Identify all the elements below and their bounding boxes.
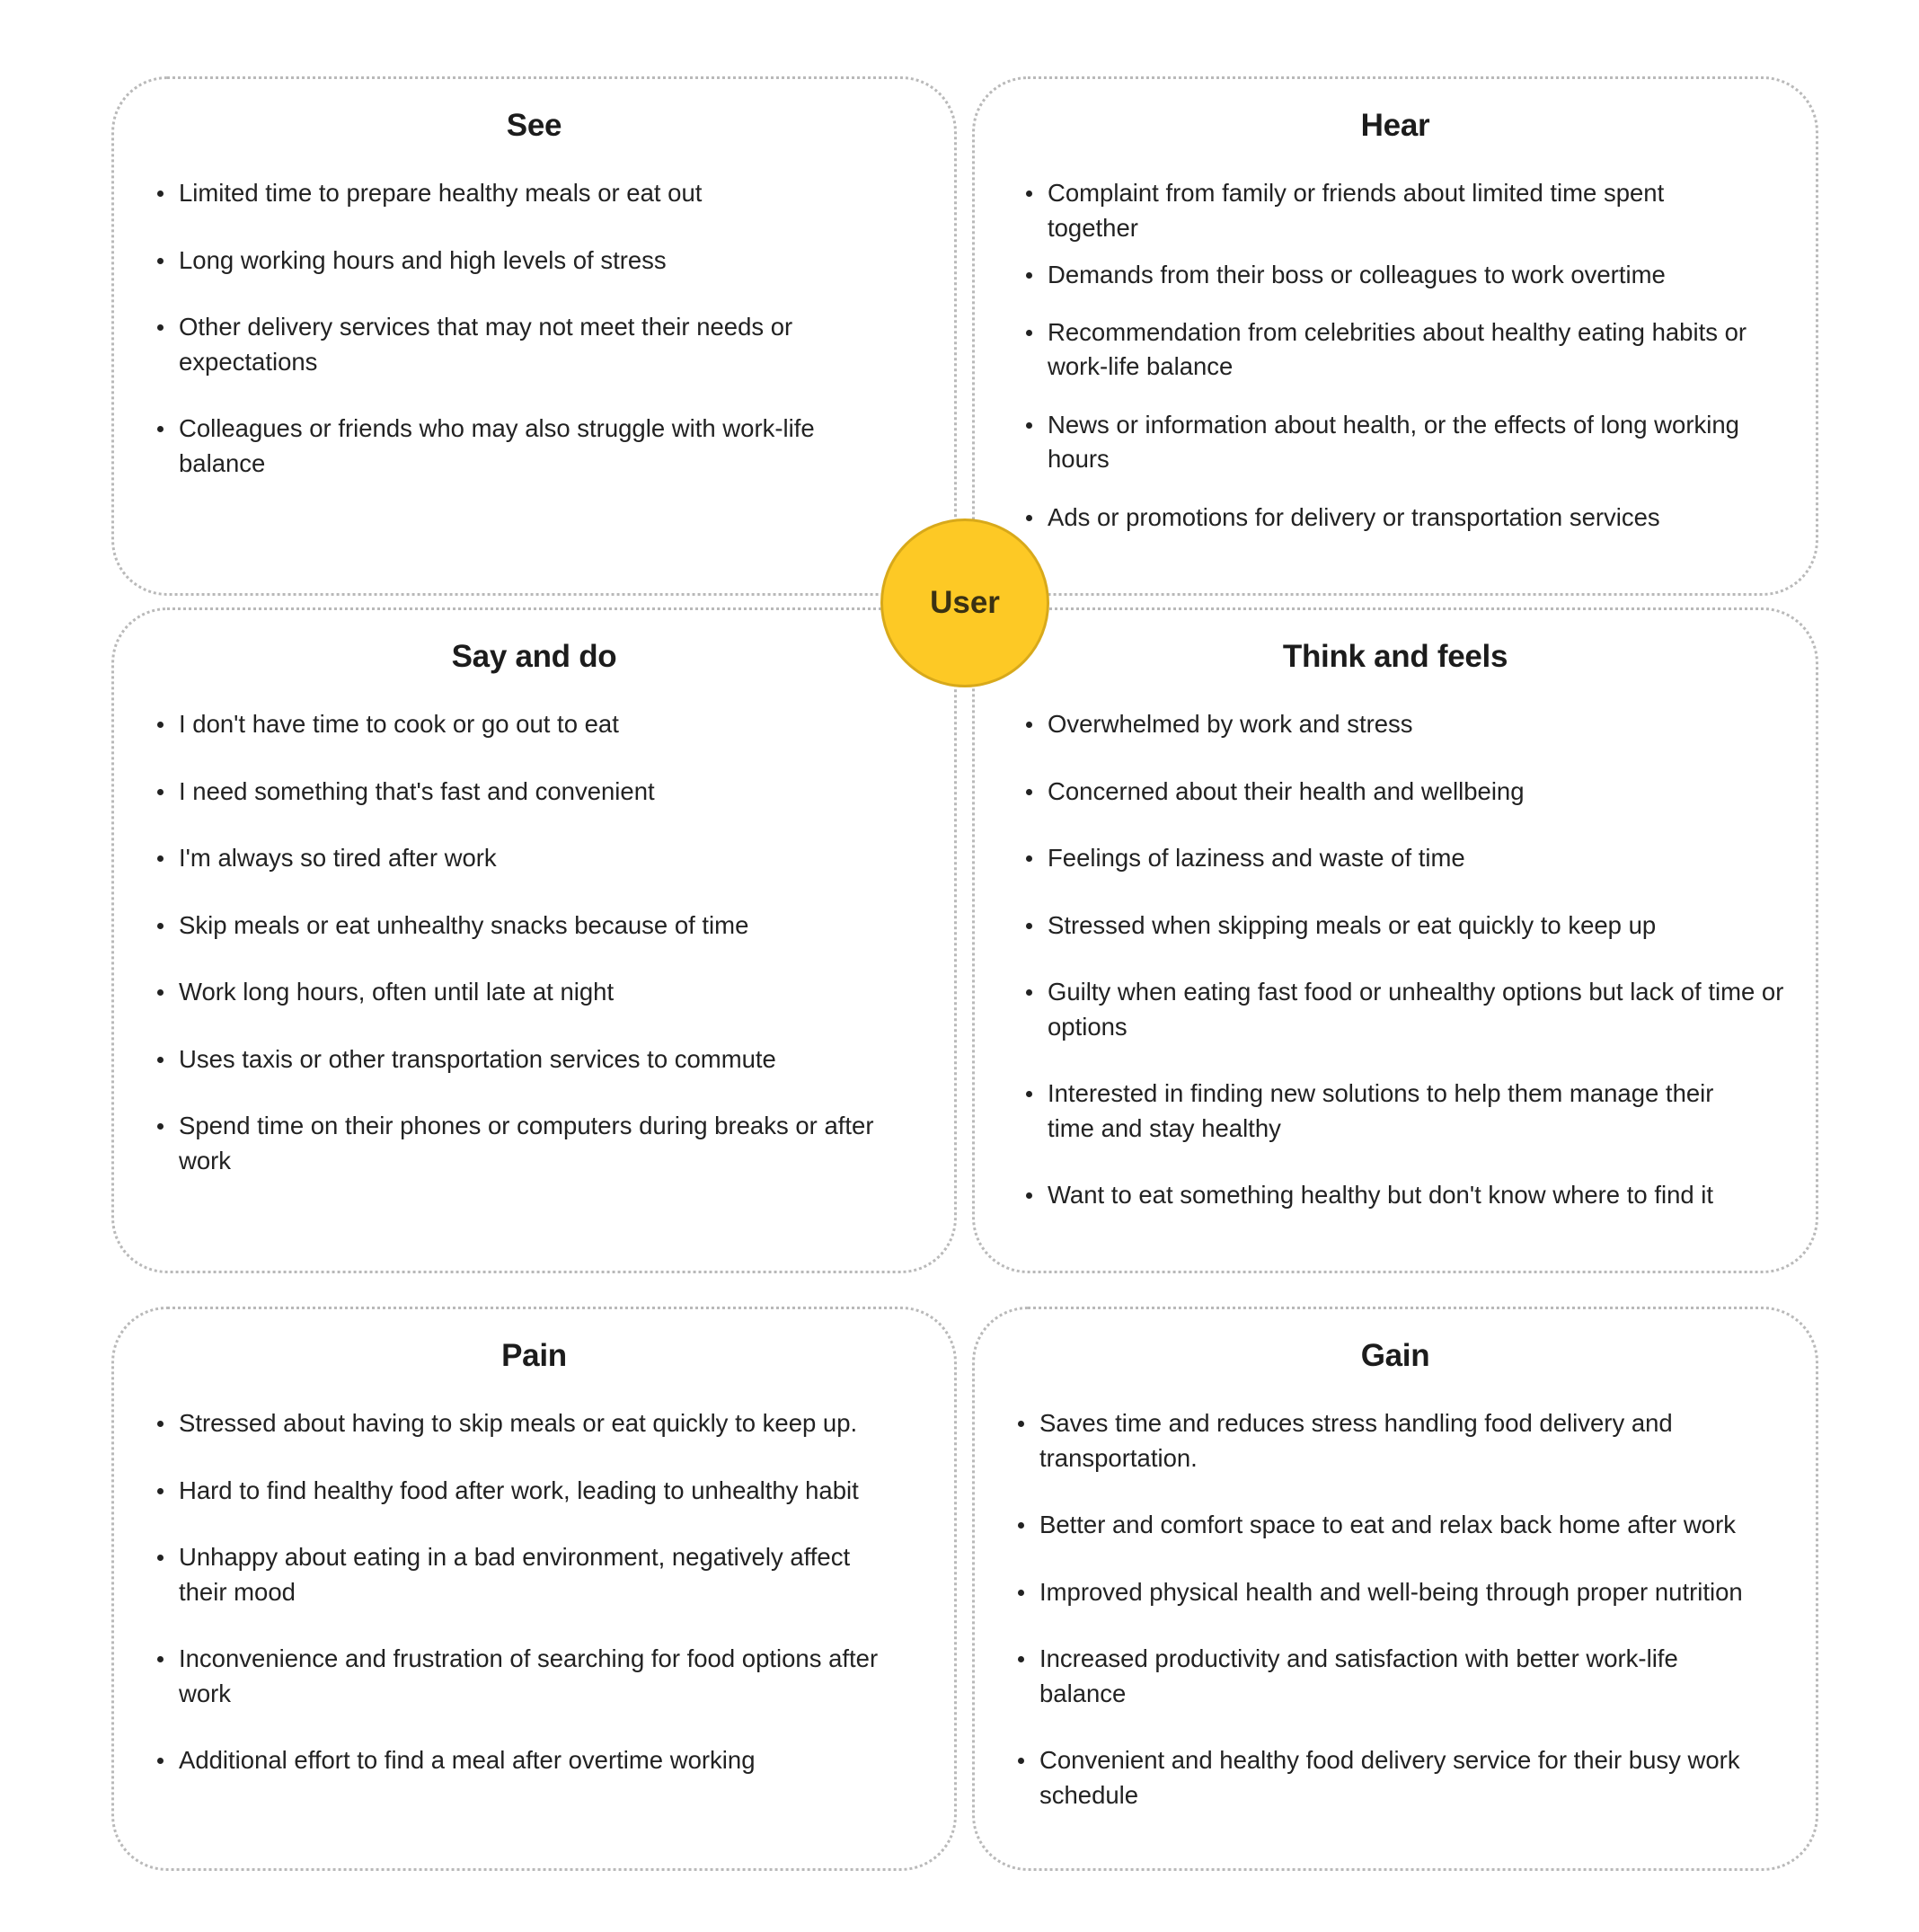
see-item: Other delivery services that may not mee… xyxy=(157,310,844,379)
think-feel-title: Think and feels xyxy=(1282,639,1508,674)
user-center-node: User xyxy=(880,518,1049,687)
gain-item: Improved physical health and well-being … xyxy=(1018,1575,1794,1610)
pain-list: Stressed about having to skip meals or e… xyxy=(157,1406,924,1778)
hear-item: Ads or promotions for delivery or transp… xyxy=(1026,501,1793,536)
think-feel-list: Overwhelmed by work and stress Concerned… xyxy=(1026,707,1793,1213)
see-item: Long working hours and high levels of st… xyxy=(157,244,924,279)
gain-item: Increased productivity and satisfaction … xyxy=(1018,1642,1749,1711)
hear-item: Demands from their boss or colleagues to… xyxy=(1026,258,1793,293)
gain-item: Better and comfort space to eat and rela… xyxy=(1018,1508,1794,1543)
gain-title: Gain xyxy=(1360,1338,1430,1373)
gain-quadrant: Gain Saves time and reduces stress handl… xyxy=(972,1307,1818,1871)
hear-list: Complaint from family or friends about l… xyxy=(1026,176,1793,536)
pain-quadrant: Pain Stressed about having to skip meals… xyxy=(111,1307,957,1871)
think-feel-item: Concerned about their health and wellbei… xyxy=(1026,775,1793,810)
see-item: Limited time to prepare healthy meals or… xyxy=(157,176,924,211)
hear-item: News or information about health, or the… xyxy=(1026,408,1766,477)
think-feel-item: Stressed when skipping meals or eat quic… xyxy=(1026,908,1793,944)
hear-item: Complaint from family or friends about l… xyxy=(1026,176,1730,245)
think-feel-quadrant: Think and feels Overwhelmed by work and … xyxy=(972,607,1818,1273)
gain-item: Saves time and reduces stress handling f… xyxy=(1018,1406,1722,1476)
pain-item: Hard to find healthy food after work, le… xyxy=(157,1474,924,1509)
pain-item: Unhappy about eating in a bad environmen… xyxy=(157,1540,898,1609)
gain-item: Convenient and healthy food delivery ser… xyxy=(1018,1743,1790,1812)
see-item: Colleagues or friends who may also strug… xyxy=(157,412,889,481)
think-feel-item: Want to eat something healthy but don't … xyxy=(1026,1178,1793,1213)
say-do-item: Skip meals or eat unhealthy snacks becau… xyxy=(157,908,924,944)
pain-item: Inconvenience and frustration of searchi… xyxy=(157,1642,906,1711)
say-do-item: Spend time on their phones or computers … xyxy=(157,1109,906,1178)
say-do-title: Say and do xyxy=(451,639,617,674)
hear-item: Recommendation from celebrities about he… xyxy=(1026,315,1798,385)
user-label: User xyxy=(930,585,1000,620)
say-do-item: Work long hours, often until late at nig… xyxy=(157,975,924,1010)
see-title: See xyxy=(506,108,562,143)
say-do-item: I don't have time to cook or go out to e… xyxy=(157,707,924,742)
think-feel-item: Interested in finding new solutions to h… xyxy=(1026,1077,1766,1146)
say-do-item: Uses taxis or other transportation servi… xyxy=(157,1042,924,1077)
hear-quadrant: Hear Complaint from family or friends ab… xyxy=(972,76,1818,596)
say-do-list: I don't have time to cook or go out to e… xyxy=(157,707,924,1178)
pain-item: Stressed about having to skip meals or e… xyxy=(157,1406,924,1441)
say-do-quadrant: Say and do I don't have time to cook or … xyxy=(111,607,957,1273)
pain-item: Additional effort to find a meal after o… xyxy=(157,1743,924,1778)
say-do-item: I need something that's fast and conveni… xyxy=(157,775,924,810)
hear-title: Hear xyxy=(1360,108,1430,143)
say-do-item: I'm always so tired after work xyxy=(157,841,924,876)
see-quadrant: See Limited time to prepare healthy meal… xyxy=(111,76,957,596)
pain-title: Pain xyxy=(501,1338,567,1373)
think-feel-item: Feelings of laziness and waste of time xyxy=(1026,841,1793,876)
see-list: Limited time to prepare healthy meals or… xyxy=(157,176,924,481)
think-feel-item: Guilty when eating fast food or unhealth… xyxy=(1026,975,1798,1044)
gain-list: Saves time and reduces stress handling f… xyxy=(1018,1406,1794,1812)
think-feel-item: Overwhelmed by work and stress xyxy=(1026,707,1793,742)
